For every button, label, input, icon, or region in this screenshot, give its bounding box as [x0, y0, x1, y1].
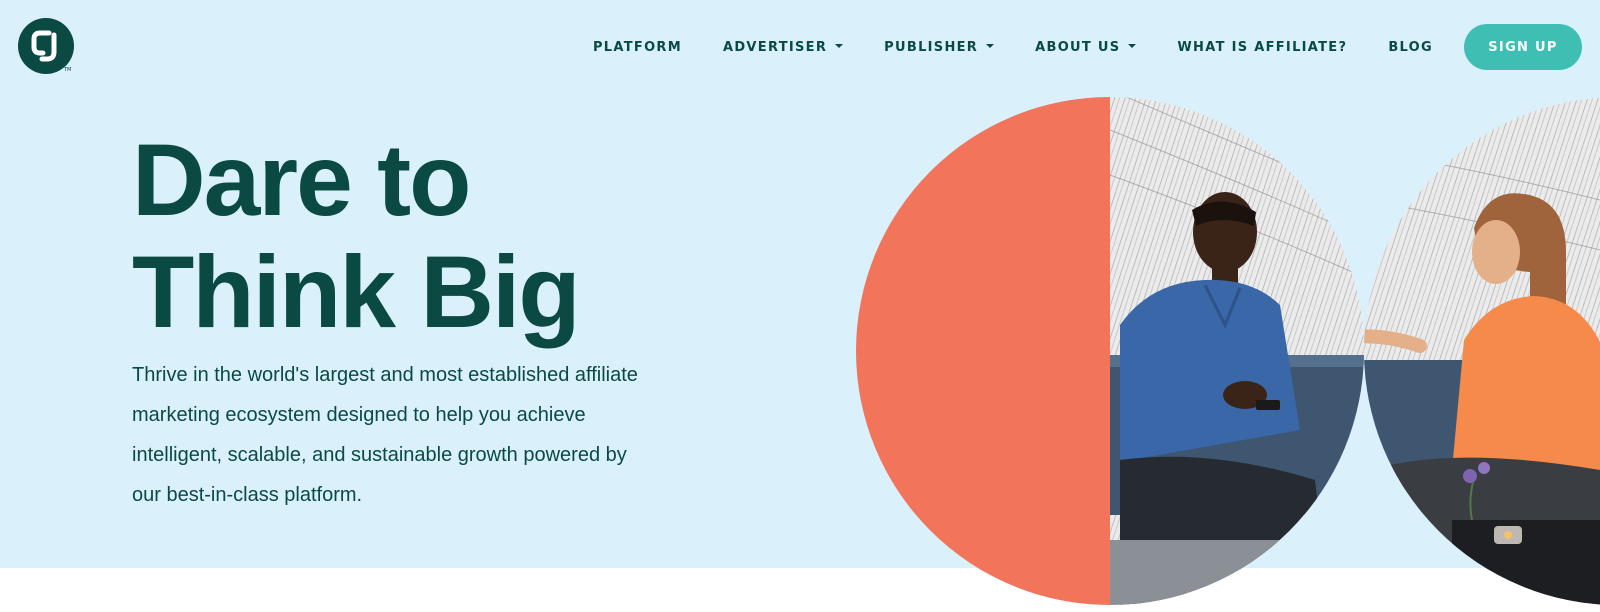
- main-navigation: PLATFORM ADVERTISER PUBLISHER ABOUT US W…: [593, 24, 1582, 70]
- nav-platform[interactable]: PLATFORM: [593, 40, 682, 55]
- nav-what-is-affiliate[interactable]: WHAT IS AFFILIATE?: [1177, 40, 1347, 55]
- headline-line-1: Dare to: [132, 123, 471, 237]
- hero-description: Thrive in the world's largest and most e…: [132, 364, 638, 506]
- nav-publisher-label: PUBLISHER: [884, 39, 979, 55]
- sign-up-button[interactable]: SIGN UP: [1464, 24, 1582, 70]
- cj-logo-icon[interactable]: [18, 18, 74, 74]
- caret-down-icon: [1128, 44, 1137, 48]
- caret-down-icon: [986, 44, 995, 48]
- caret-down-icon: [835, 44, 844, 48]
- nav-blog[interactable]: BLOG: [1388, 40, 1433, 55]
- nav-about-us[interactable]: ABOUT US: [1035, 39, 1137, 55]
- nav-publisher[interactable]: PUBLISHER: [884, 39, 995, 55]
- hero-headline: Dare to Think Big: [132, 123, 581, 349]
- nav-what-is-affiliate-label: WHAT IS AFFILIATE?: [1177, 39, 1348, 55]
- nav-advertiser[interactable]: ADVERTISER: [722, 39, 844, 55]
- nav-advertiser-label: ADVERTISER: [722, 39, 828, 55]
- trademark-label: TM: [64, 67, 72, 73]
- nav-about-us-label: ABOUT US: [1035, 39, 1121, 55]
- nav-blog-label: BLOG: [1388, 39, 1433, 55]
- nav-platform-label: PLATFORM: [592, 39, 682, 55]
- headline-line-2: Think Big: [132, 235, 581, 349]
